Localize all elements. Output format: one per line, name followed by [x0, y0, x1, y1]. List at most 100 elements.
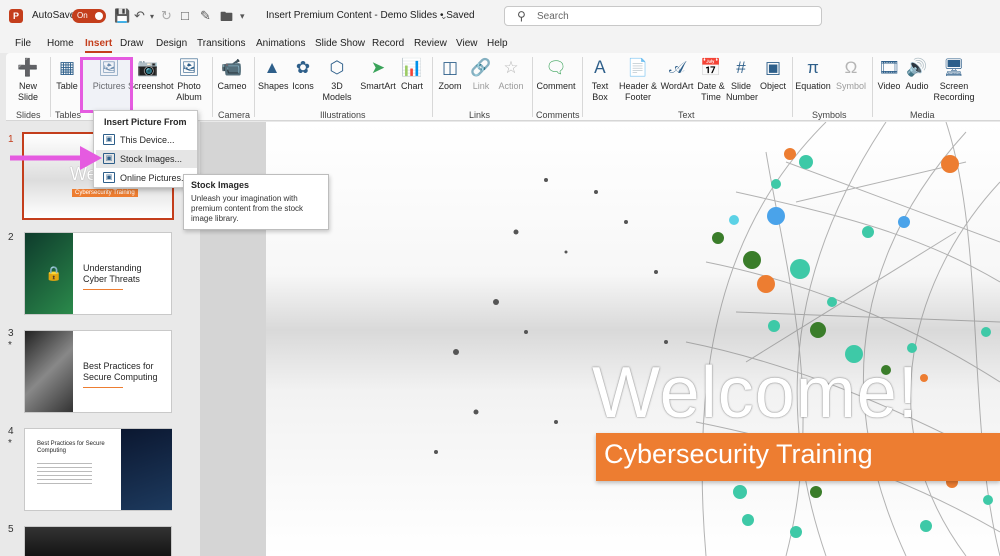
slide-thumbnail-2[interactable]: 🔒 Understanding Cyber Threats: [24, 232, 172, 315]
screen-recording-button[interactable]: 🖥 Screen Recording: [932, 57, 976, 103]
open-icon[interactable]: 🖿: [220, 8, 233, 30]
group-divider: [50, 57, 51, 117]
group-label-text: Text: [678, 110, 695, 120]
equation-label: Equation: [795, 81, 831, 91]
text-box-label: Text Box: [591, 81, 609, 102]
smartart-button[interactable]: ➤ SmartArt: [360, 57, 396, 92]
group-divider: [792, 57, 793, 117]
equation-button[interactable]: π Equation: [794, 57, 832, 92]
slide-subtitle[interactable]: Cybersecurity Training: [596, 433, 1000, 481]
title-bar: P AutoSave On 💾 ↶ ▾ ↻ □ ✎ 🖿 ▾ Insert Pre…: [0, 0, 1000, 34]
customize-quick-access-icon[interactable]: ▾: [240, 11, 245, 22]
stock-images-tooltip: Stock Images Unleash your imagination wi…: [183, 174, 329, 230]
comment-label: Comment: [536, 81, 576, 91]
autosave-toggle[interactable]: On: [72, 9, 106, 23]
slide-number-3: 3: [8, 328, 14, 339]
audio-icon: 🔊: [906, 58, 928, 77]
slide-number-button[interactable]: # Slide Number: [726, 57, 758, 103]
date-time-button[interactable]: 📅 Date & Time: [696, 57, 726, 103]
title-dropdown-icon[interactable]: ⌄: [440, 11, 448, 22]
save-icon[interactable]: 💾: [114, 8, 130, 24]
header-footer-button[interactable]: 📄 Header & Footer: [618, 57, 658, 103]
3d-models-button[interactable]: ⬡ 3D Models: [320, 57, 354, 103]
photo-album-button[interactable]: 🖼 Photo Album: [172, 57, 206, 103]
screenshot-button[interactable]: 📷 Screenshot: [128, 57, 174, 92]
thumb-2-title: Understanding Cyber Threats: [83, 263, 142, 284]
tab-design[interactable]: Design: [156, 38, 187, 49]
tab-home[interactable]: Home: [47, 38, 74, 49]
zoom-label: Zoom: [438, 81, 462, 91]
present-icon[interactable]: □: [181, 8, 189, 23]
object-label: Object: [759, 81, 786, 91]
tab-transitions[interactable]: Transitions: [197, 38, 246, 49]
icons-button[interactable]: ✿ Icons: [290, 57, 316, 92]
table-button[interactable]: ▦ Table: [54, 57, 80, 92]
3d-models-label: 3D Models: [322, 81, 352, 102]
comment-button[interactable]: 🗨 Comment: [536, 57, 576, 92]
header-footer-icon: 📄: [627, 58, 649, 77]
search-placeholder: Search: [537, 11, 569, 22]
slide-title[interactable]: Welcome!: [592, 352, 919, 434]
slide-number-5: 5: [8, 524, 14, 535]
chart-icon: 📊: [401, 58, 423, 77]
shapes-button[interactable]: ▲ Shapes: [258, 57, 289, 92]
symbol-button[interactable]: Ω Symbol: [834, 57, 868, 92]
chart-button[interactable]: 📊 Chart: [398, 57, 426, 92]
screen-recording-icon: 🖥: [943, 58, 965, 77]
thumb-3-underline: [83, 387, 123, 388]
tab-slide-show[interactable]: Slide Show: [315, 38, 365, 49]
action-label: Action: [498, 81, 524, 91]
group-label-media: Media: [910, 110, 935, 120]
wordart-label: WordArt: [660, 81, 694, 91]
tab-draw[interactable]: Draw: [120, 38, 143, 49]
video-button[interactable]: 🎞 Video: [874, 57, 904, 92]
tooltip-title: Stock Images: [191, 180, 250, 190]
tab-animations[interactable]: Animations: [256, 38, 305, 49]
tab-insert[interactable]: Insert: [85, 38, 113, 53]
tooltip-description: Unleash your imagination with premium co…: [191, 194, 304, 223]
action-icon: ☆: [503, 58, 519, 77]
undo-dropdown-icon[interactable]: ▾: [150, 12, 154, 21]
menu-item-this-device[interactable]: ▣ This Device...: [96, 131, 197, 149]
tab-help[interactable]: Help: [487, 38, 508, 49]
slide-thumbnail-4[interactable]: Best Practices for Secure Computing: [24, 428, 172, 511]
link-button[interactable]: 🔗 Link: [468, 57, 494, 92]
tab-file[interactable]: File: [15, 38, 31, 49]
lock-icon: 🔒: [45, 265, 63, 281]
3d-models-icon: ⬡: [329, 58, 345, 77]
pictures-highlight-box: [80, 57, 133, 113]
menu-item-label: This Device...: [120, 135, 175, 145]
object-button[interactable]: ▣ Object: [758, 57, 788, 92]
thumb-1-subtitle: Cybersecurity Training: [72, 189, 138, 197]
redo-icon[interactable]: ↻: [161, 8, 172, 24]
search-input[interactable]: ⚲ Search: [504, 6, 822, 26]
new-slide-button[interactable]: ➕ New Slide: [12, 57, 44, 103]
slide-number-icon: #: [736, 58, 746, 77]
object-icon: ▣: [764, 58, 782, 77]
slide-thumbnail-5[interactable]: [24, 526, 172, 556]
video-icon: 🎞: [878, 58, 900, 77]
group-label-illustrations: Illustrations: [320, 110, 366, 120]
tab-view[interactable]: View: [456, 38, 478, 49]
slide-thumbnail-3[interactable]: Best Practices for Secure Computing: [24, 330, 172, 413]
slide-4-animation-marker: *: [8, 438, 12, 449]
table-icon: ▦: [58, 58, 76, 77]
wordart-button[interactable]: 𝒜 WordArt: [660, 57, 694, 92]
new-slide-label: New Slide: [17, 81, 38, 102]
current-slide[interactable]: [266, 122, 1000, 556]
group-divider: [532, 57, 533, 117]
action-button[interactable]: ☆ Action: [496, 57, 526, 92]
audio-button[interactable]: 🔊 Audio: [904, 57, 930, 92]
menu-item-online-pictures[interactable]: ▣ Online Pictures...: [96, 169, 197, 187]
thumb-3-lock-image: [25, 331, 73, 412]
cameo-button[interactable]: 📹 Cameo: [216, 57, 248, 92]
menu-item-label: Online Pictures...: [120, 173, 189, 183]
tab-record[interactable]: Record: [372, 38, 404, 49]
text-box-button[interactable]: Ａ Text Box: [586, 57, 614, 103]
draw-icon[interactable]: ✎: [200, 8, 211, 24]
menu-item-stock-images[interactable]: ▣ Stock Images...: [96, 150, 197, 168]
tab-review[interactable]: Review: [414, 38, 447, 49]
group-divider: [432, 57, 433, 117]
undo-icon[interactable]: ↶: [134, 8, 145, 24]
zoom-button[interactable]: ◫ Zoom: [436, 57, 464, 92]
